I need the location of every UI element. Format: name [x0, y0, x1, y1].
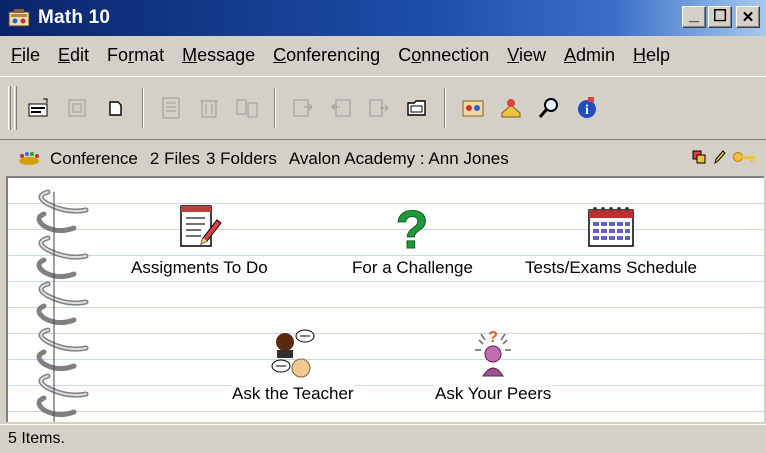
conference-view: Assigments To Do ? For a Challenge Tests…: [6, 176, 764, 422]
svg-text:i: i: [585, 103, 589, 118]
menu-accelerator: V: [507, 44, 519, 65]
menu-item-message[interactable]: Message: [174, 45, 265, 66]
new-item-icon[interactable]: [99, 92, 131, 124]
title-bar[interactable]: Math 10 _ ☐ ✕: [0, 0, 766, 36]
reply-all-icon[interactable]: [325, 92, 357, 124]
copy-icon[interactable]: [231, 92, 263, 124]
close-icon: ✕: [741, 8, 755, 26]
menu-accelerator: E: [58, 44, 71, 65]
peer-question-icon: ?: [475, 329, 512, 377]
toolbar-grip[interactable]: [8, 86, 11, 130]
menu-label-suffix: dit: [70, 44, 90, 65]
next-icon[interactable]: [363, 92, 395, 124]
menu-label-suffix: elp: [646, 44, 671, 65]
forward-icon[interactable]: [287, 92, 319, 124]
menu-item-format[interactable]: Format: [99, 45, 174, 66]
folder-ask-peers[interactable]: ? Ask Your Peers: [434, 328, 553, 404]
svg-text:?: ?: [488, 329, 498, 346]
menu-item-connection[interactable]: Connection: [390, 45, 499, 66]
calendar-icon: [588, 207, 634, 247]
menu-item-conferencing[interactable]: Conferencing: [265, 45, 390, 66]
menu-accelerator: A: [563, 44, 576, 65]
location-bar: Conference 2 Files 3 Folders Avalon Acad…: [0, 142, 766, 176]
reply-icon[interactable]: [61, 92, 93, 124]
svg-text:?: ?: [396, 202, 429, 254]
toolbar-separator: [142, 88, 144, 128]
menu-label-suffix: ile: [22, 44, 41, 65]
close-button[interactable]: ✕: [736, 6, 760, 28]
location-path: Avalon Academy : Ann Jones: [288, 149, 509, 168]
menu-bar: File Edit Format Message Conferencing Connect…: [0, 36, 766, 74]
folder-icon[interactable]: [401, 92, 433, 124]
menu-label-suffix: nnection: [421, 44, 490, 65]
folder-assignments[interactable]: Assigments To Do: [130, 202, 269, 278]
menu-label-suffix: onferencing: [286, 44, 381, 65]
menu-label-prefix: Fo: [107, 44, 129, 65]
delete-icon[interactable]: [193, 92, 225, 124]
window-title: Math 10: [38, 7, 111, 28]
menu-item-edit[interactable]: Edit: [50, 45, 99, 66]
chat-icon[interactable]: [495, 92, 527, 124]
people-icon[interactable]: [457, 92, 489, 124]
menu-label-suffix: essage: [197, 44, 256, 65]
app-window: Math 10 _ ☐ ✕ File Edit Format Message Confe…: [0, 0, 766, 453]
toolbar-grip[interactable]: [14, 86, 17, 130]
item-label: Ask Your Peers: [434, 384, 553, 404]
pencil-icon[interactable]: [712, 149, 726, 165]
menu-item-help[interactable]: Help: [625, 45, 680, 66]
folder-ask-teacher[interactable]: Ask the Teacher: [231, 328, 355, 404]
location-type: Conference: [50, 149, 138, 168]
new-message-icon[interactable]: [23, 92, 55, 124]
menu-accelerator: F: [11, 44, 22, 65]
menu-accelerator: H: [633, 44, 647, 65]
toolbar-separator: [444, 88, 446, 128]
minimize-button[interactable]: _: [682, 4, 706, 28]
menu-label-prefix: C: [398, 44, 412, 65]
checklist-icon: [180, 205, 223, 247]
status-text: 5 Items.: [8, 430, 65, 447]
maximize-icon: ☐: [712, 8, 728, 25]
conference-icon: [19, 152, 39, 165]
status-bar: 5 Items.: [0, 424, 766, 453]
open-icon[interactable]: [155, 92, 187, 124]
spiral-binding-icon: [36, 189, 89, 422]
folder-challenge[interactable]: ? For a Challenge: [351, 202, 474, 278]
menu-accelerator: M: [182, 44, 198, 65]
item-label: Ask the Teacher: [231, 384, 355, 404]
minimize-icon: _: [688, 4, 699, 24]
item-label: For a Challenge: [351, 258, 474, 278]
menu-accelerator: C: [273, 44, 287, 65]
menu-label-suffix: iew: [518, 44, 546, 65]
menu-item-view[interactable]: View: [499, 45, 556, 66]
menu-label-suffix: mat: [134, 44, 165, 65]
file-count: 2 Files: [149, 149, 200, 168]
question-mark-icon: ?: [395, 202, 429, 254]
key-icon[interactable]: [732, 150, 756, 164]
item-label: Assigments To Do: [130, 258, 269, 278]
folder-tests-schedule[interactable]: Tests/Exams Schedule: [524, 202, 698, 278]
menu-label-suffix: dmin: [576, 44, 616, 65]
conference-app-icon: [8, 9, 30, 27]
search-icon[interactable]: [533, 92, 565, 124]
permissions-icon[interactable]: [692, 150, 706, 164]
menu-item-file[interactable]: File: [3, 45, 50, 66]
toolbar: i: [0, 76, 766, 140]
menu-accelerator: o: [411, 44, 422, 65]
maximize-button[interactable]: ☐: [708, 6, 732, 28]
info-icon[interactable]: i: [571, 92, 603, 124]
toolbar-separator: [274, 88, 276, 128]
folder-count: 3 Folders: [205, 149, 277, 168]
chat-people-icon: [271, 329, 315, 378]
menu-item-admin[interactable]: Admin: [556, 45, 625, 66]
item-label: Tests/Exams Schedule: [524, 258, 698, 278]
